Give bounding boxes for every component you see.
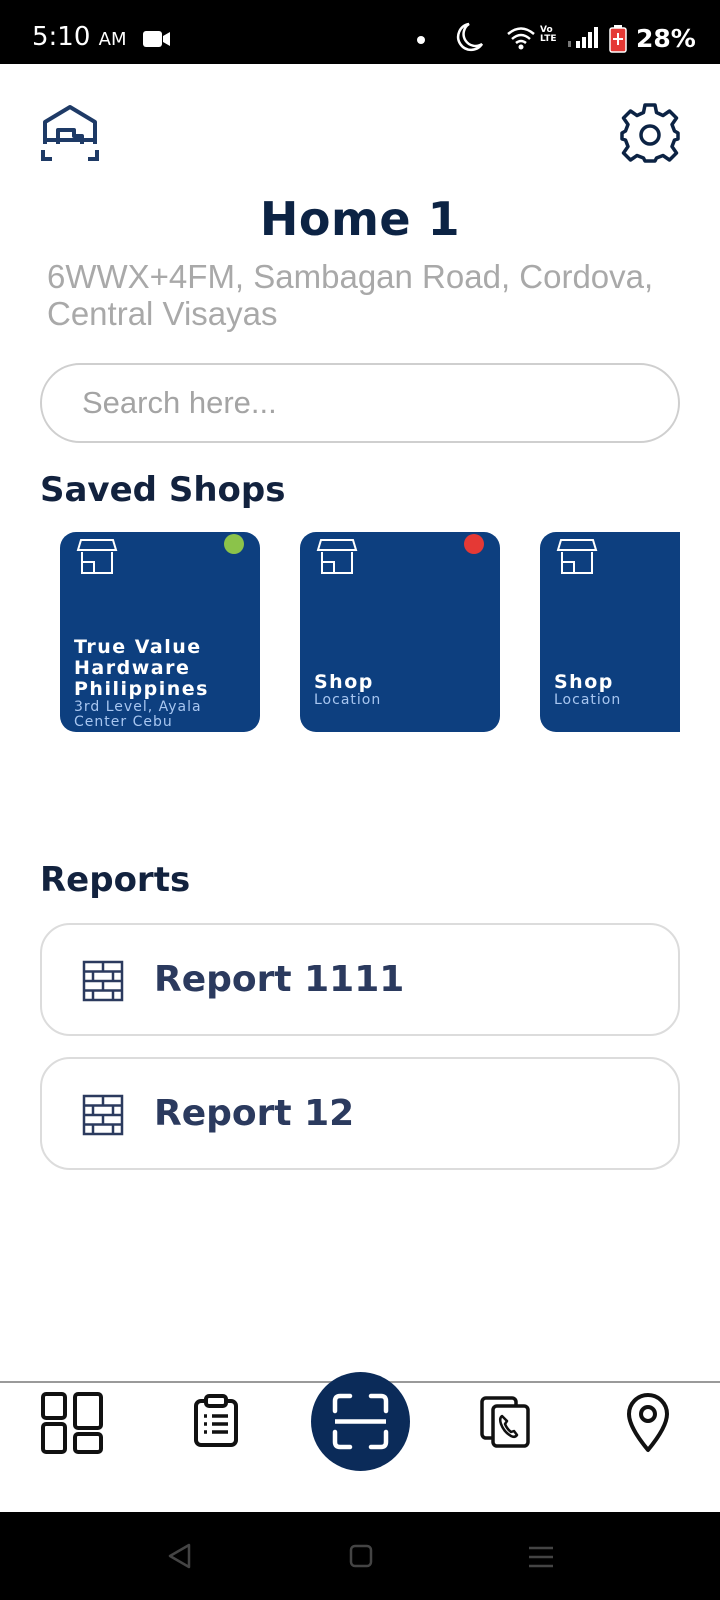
back-icon[interactable]: [166, 1542, 192, 1570]
report-item[interactable]: Report 12: [40, 1057, 680, 1170]
report-label: Report 12: [154, 1093, 355, 1134]
home-scan-icon[interactable]: [40, 104, 100, 164]
shop-location: 3rd Level, Ayala Center Cebu: [74, 699, 202, 730]
moon-icon: [456, 22, 483, 51]
phone-contact-icon[interactable]: [480, 1396, 530, 1448]
status-dot-online: [224, 534, 244, 554]
dashboard-icon[interactable]: [41, 1392, 103, 1454]
status-dot-offline: [464, 534, 484, 554]
shop-card[interactable]: True Value Hardware Philippines 3rd Leve…: [60, 532, 260, 732]
home-button-icon[interactable]: [349, 1544, 373, 1568]
store-icon: [556, 539, 598, 574]
video-camera-icon: [143, 31, 170, 47]
gear-icon[interactable]: [619, 102, 681, 164]
status-time: 5:10 AM: [32, 22, 127, 52]
system-nav-bar: [0, 1512, 720, 1600]
shop-name: Shop: [314, 671, 374, 693]
shop-card[interactable]: Shop Location: [300, 532, 500, 732]
report-item[interactable]: Report 1111: [40, 923, 680, 1036]
reports-heading: Reports: [40, 860, 191, 900]
report-label: Report 1111: [154, 959, 405, 1000]
battery-icon: [609, 25, 627, 53]
brick-wall-icon: [82, 1094, 124, 1136]
brick-wall-icon: [82, 960, 124, 1002]
search-input[interactable]: [82, 383, 642, 423]
scan-button[interactable]: [311, 1372, 410, 1471]
clipboard-icon[interactable]: [193, 1394, 239, 1448]
signal-icon: [568, 27, 598, 48]
shop-location: Location: [314, 692, 382, 708]
location-pin-icon[interactable]: [626, 1393, 670, 1453]
notification-dot: [417, 36, 425, 44]
store-icon: [316, 539, 358, 574]
saved-shops-heading: Saved Shops: [40, 470, 286, 510]
search-bar[interactable]: [40, 363, 680, 443]
address-text: 6WWX+4FM, Sambagan Road, Cordova, Centra…: [47, 258, 654, 332]
volte-indicator: Vo LTE: [540, 25, 557, 44]
page-title: Home 1: [259, 192, 461, 246]
shop-name: Shop: [554, 671, 614, 693]
shop-card[interactable]: Shop Location: [540, 532, 680, 732]
saved-shops-carousel[interactable]: True Value Hardware Philippines 3rd Leve…: [40, 532, 680, 734]
shop-name: True Value Hardware Philippines: [74, 636, 209, 700]
scan-icon: [332, 1393, 389, 1450]
shop-location: Location: [554, 692, 622, 708]
battery-percent: 28%: [636, 24, 696, 53]
recent-apps-icon[interactable]: [528, 1546, 554, 1568]
store-icon: [76, 539, 118, 574]
wifi-icon: [507, 27, 535, 50]
status-bar: 5:10 AM Vo LTE 28%: [0, 0, 720, 64]
